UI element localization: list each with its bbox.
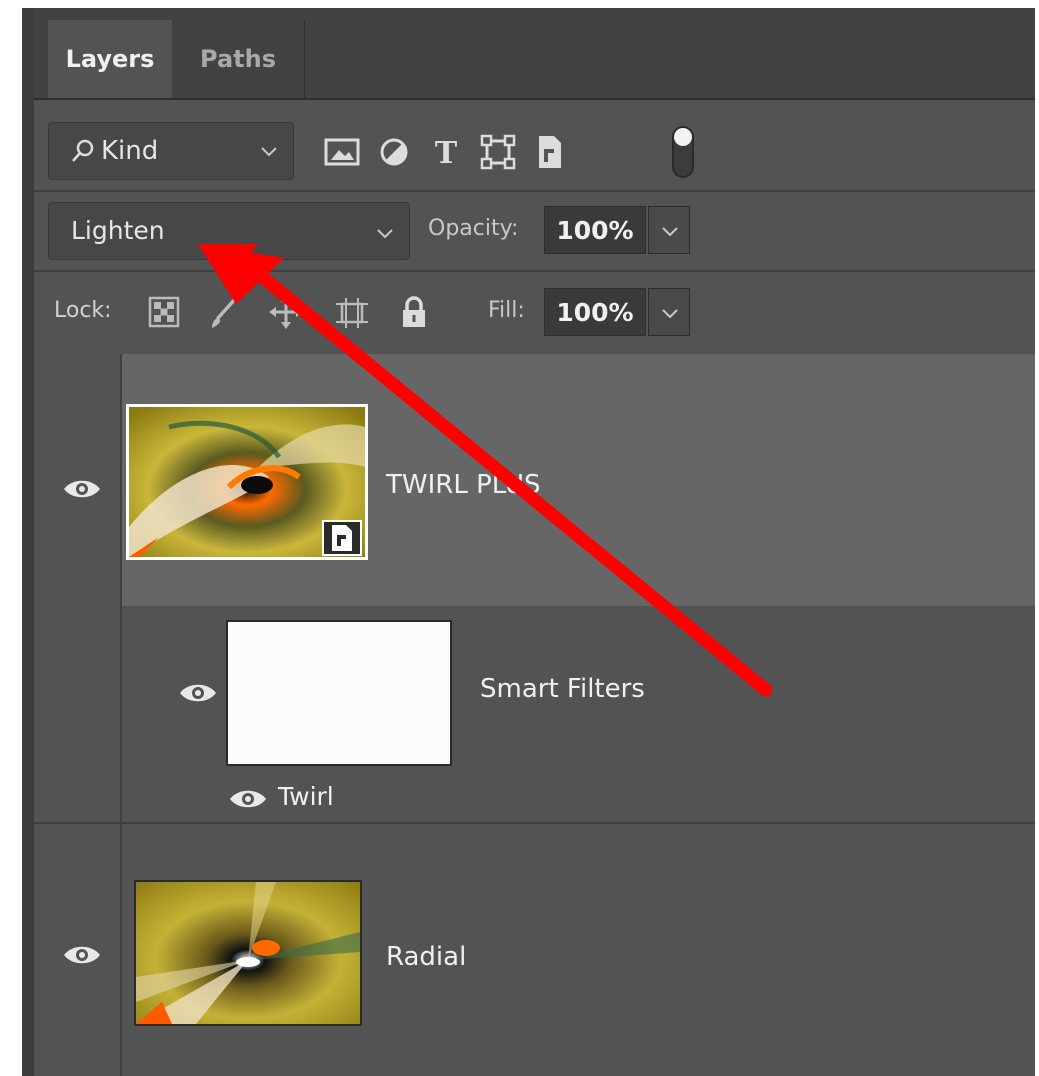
divider <box>34 190 1035 192</box>
lock-transparent-pixels-icon[interactable] <box>146 294 182 330</box>
eye-icon[interactable] <box>62 942 102 968</box>
layers-panel: Layers Paths Kind T Lighten Opacity: 100… <box>22 8 1035 1076</box>
chevron-down-icon <box>377 229 393 239</box>
blend-mode-select[interactable]: Lighten <box>48 202 410 260</box>
eye-icon[interactable] <box>178 680 218 706</box>
tab-layers[interactable]: Layers <box>48 20 172 98</box>
layer-name-smart-filters[interactable]: Smart Filters <box>480 674 645 704</box>
eye-icon[interactable] <box>228 786 268 812</box>
smart-filter-mask-thumbnail[interactable] <box>226 620 452 766</box>
chevron-down-icon <box>261 147 277 157</box>
filter-toggle-icon[interactable] <box>670 124 696 180</box>
lock-label: Lock: <box>54 298 112 323</box>
panel-border <box>22 8 34 1076</box>
image-filter-icon[interactable] <box>322 132 362 172</box>
opacity-input[interactable]: 100% <box>544 206 646 254</box>
fill-dropdown-button[interactable] <box>648 288 690 336</box>
type-filter-icon[interactable]: T <box>426 132 466 172</box>
layer-thumbnail-radial[interactable] <box>134 880 362 1026</box>
lock-artboard-icon[interactable] <box>334 294 370 330</box>
filter-kind-label: Kind <box>101 136 159 166</box>
opacity-dropdown-button[interactable] <box>648 206 690 254</box>
filter-kind-select[interactable]: Kind <box>48 122 294 180</box>
smart-object-filter-icon[interactable] <box>530 132 570 172</box>
search-icon <box>72 139 94 162</box>
opacity-label: Opacity: <box>428 216 519 241</box>
blend-mode-value: Lighten <box>71 216 165 245</box>
adjustment-filter-icon[interactable] <box>374 132 414 172</box>
lock-position-icon[interactable] <box>268 294 304 330</box>
divider <box>34 270 1035 272</box>
eye-icon[interactable] <box>62 476 102 502</box>
lock-image-pixels-icon[interactable] <box>206 294 242 330</box>
tab-paths[interactable]: Paths <box>172 20 305 98</box>
chevron-down-icon <box>662 227 678 237</box>
tab-bar: Layers Paths <box>34 8 1035 100</box>
smart-object-badge-icon <box>322 520 362 556</box>
lock-all-icon[interactable] <box>396 294 432 330</box>
fill-input[interactable]: 100% <box>544 288 646 336</box>
svg-text:T: T <box>435 136 458 171</box>
fill-label: Fill: <box>488 298 525 323</box>
chevron-down-icon <box>662 309 678 319</box>
visibility-column <box>34 354 120 822</box>
radial-image <box>136 882 360 1024</box>
shape-filter-icon[interactable] <box>478 132 518 172</box>
layer-name-twirl-plus[interactable]: TWIRL PLUS <box>386 470 540 500</box>
layer-name-radial[interactable]: Radial <box>386 942 466 972</box>
divider <box>120 824 122 1076</box>
filter-name-twirl[interactable]: Twirl <box>278 782 334 811</box>
